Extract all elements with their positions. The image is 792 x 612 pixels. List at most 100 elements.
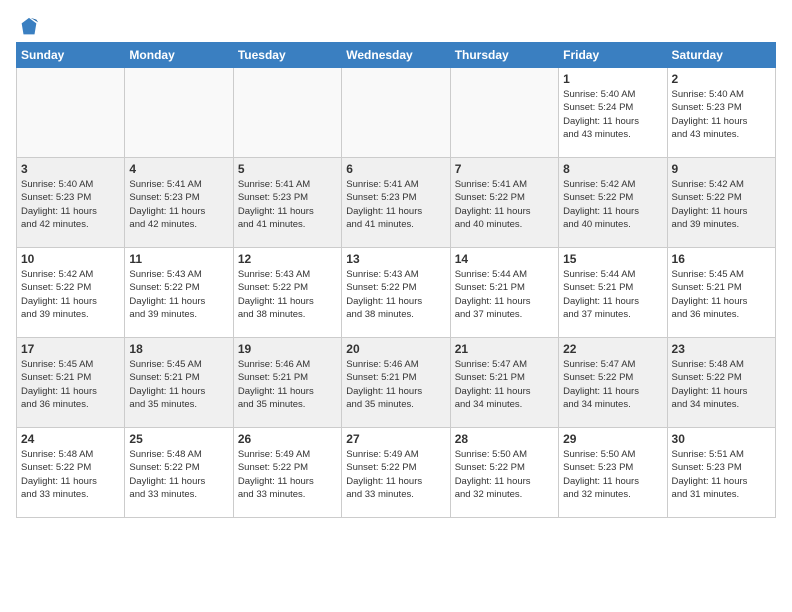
day-info: Sunrise: 5:50 AM Sunset: 5:22 PM Dayligh… — [455, 448, 554, 501]
calendar-day-cell: 4 Sunrise: 5:41 AM Sunset: 5:23 PM Daylig… — [125, 158, 233, 248]
header — [16, 16, 776, 34]
weekday-header: Tuesday — [233, 43, 341, 68]
calendar-week-row: 10 Sunrise: 5:42 AM Sunset: 5:22 PM Dayli… — [17, 248, 776, 338]
day-number: 20 — [346, 342, 445, 356]
day-number: 26 — [238, 432, 337, 446]
day-info: Sunrise: 5:44 AM Sunset: 5:21 PM Dayligh… — [563, 268, 662, 321]
calendar-day-cell: 22Sunrise: 5:47 AM Sunset: 5:22 PM Dayli… — [559, 338, 667, 428]
day-number: 22 — [563, 342, 662, 356]
day-number: 17 — [21, 342, 120, 356]
calendar-day-cell — [450, 68, 558, 158]
calendar-day-cell: 21 Sunrise: 5:47 AM Sunset: 5:21 PM Dayli… — [450, 338, 558, 428]
day-info: Sunrise: 5:45 AM Sunset: 5:21 PM Dayligh… — [672, 268, 771, 321]
day-number: 6 — [346, 162, 445, 176]
calendar-day-cell: 12 Sunrise: 5:43 AM Sunset: 5:22 PM Dayli… — [233, 248, 341, 338]
day-number: 3 — [21, 162, 120, 176]
day-number: 29 — [563, 432, 662, 446]
day-info: Sunrise: 5:40 AM Sunset: 5:24 PM Dayligh… — [563, 88, 662, 141]
weekday-header: Friday — [559, 43, 667, 68]
day-number: 7 — [455, 162, 554, 176]
day-info: Sunrise: 5:48 AM Sunset: 5:22 PM Dayligh… — [672, 358, 771, 411]
day-info: Sunrise: 5:42 AM Sunset: 5:22 PM Dayligh… — [21, 268, 120, 321]
day-number: 15 — [563, 252, 662, 266]
day-info: Sunrise: 5:49 AM Sunset: 5:22 PM Dayligh… — [238, 448, 337, 501]
day-info: Sunrise: 5:41 AM Sunset: 5:23 PM Dayligh… — [346, 178, 445, 231]
day-info: Sunrise: 5:50 AM Sunset: 5:23 PM Dayligh… — [563, 448, 662, 501]
weekday-header: Wednesday — [342, 43, 450, 68]
calendar-day-cell: 19 Sunrise: 5:46 AM Sunset: 5:21 PM Dayli… — [233, 338, 341, 428]
calendar-day-cell: 17Sunrise: 5:45 AM Sunset: 5:21 PM Dayli… — [17, 338, 125, 428]
calendar-day-cell: 6 Sunrise: 5:41 AM Sunset: 5:23 PM Daylig… — [342, 158, 450, 248]
calendar-day-cell: 1 Sunrise: 5:40 AM Sunset: 5:24 PM Daylig… — [559, 68, 667, 158]
day-info: Sunrise: 5:46 AM Sunset: 5:21 PM Dayligh… — [346, 358, 445, 411]
weekday-header: Monday — [125, 43, 233, 68]
day-info: Sunrise: 5:40 AM Sunset: 5:23 PM Dayligh… — [21, 178, 120, 231]
day-number: 10 — [21, 252, 120, 266]
calendar-header-row: SundayMondayTuesdayWednesdayThursdayFrid… — [17, 43, 776, 68]
day-number: 27 — [346, 432, 445, 446]
day-info: Sunrise: 5:49 AM Sunset: 5:22 PM Dayligh… — [346, 448, 445, 501]
day-info: Sunrise: 5:51 AM Sunset: 5:23 PM Dayligh… — [672, 448, 771, 501]
day-number: 13 — [346, 252, 445, 266]
day-number: 8 — [563, 162, 662, 176]
day-info: Sunrise: 5:40 AM Sunset: 5:23 PM Dayligh… — [672, 88, 771, 141]
calendar-week-row: 1 Sunrise: 5:40 AM Sunset: 5:24 PM Daylig… — [17, 68, 776, 158]
day-info: Sunrise: 5:41 AM Sunset: 5:23 PM Dayligh… — [129, 178, 228, 231]
calendar-week-row: 17 Sunrise: 5:45 AM Sunset: 5:21 PM Dayli… — [17, 338, 776, 428]
day-number: 23 — [672, 342, 771, 356]
day-number: 21 — [455, 342, 554, 356]
day-number: 9 — [672, 162, 771, 176]
calendar-day-cell: 10 Sunrise: 5:42 AM Sunset: 5:22 PM Dayli… — [17, 248, 125, 338]
day-number: 11 — [129, 252, 228, 266]
calendar-day-cell: 5Sunrise: 5:41 AM Sunset: 5:23 PM Daylig… — [233, 158, 341, 248]
day-info: Sunrise: 5:45 AM Sunset: 5:21 PM Dayligh… — [129, 358, 228, 411]
calendar-week-row: 24 Sunrise: 5:48 AM Sunset: 5:22 PM Dayli… — [17, 428, 776, 518]
calendar-day-cell: 25 Sunrise: 5:48 AM Sunset: 5:22 PM Dayli… — [125, 428, 233, 518]
day-info: Sunrise: 5:43 AM Sunset: 5:22 PM Dayligh… — [238, 268, 337, 321]
calendar-day-cell: 8 Sunrise: 5:42 AM Sunset: 5:22 PM Daylig… — [559, 158, 667, 248]
calendar-day-cell: 9 Sunrise: 5:42 AM Sunset: 5:22 PM Daylig… — [667, 158, 775, 248]
calendar-day-cell: 23 Sunrise: 5:48 AM Sunset: 5:22 PM Dayli… — [667, 338, 775, 428]
day-info: Sunrise: 5:42 AM Sunset: 5:22 PM Dayligh… — [563, 178, 662, 231]
day-number: 25 — [129, 432, 228, 446]
calendar-day-cell: 3 Sunrise: 5:40 AM Sunset: 5:23 PM Daylig… — [17, 158, 125, 248]
weekday-header: Thursday — [450, 43, 558, 68]
day-info: Sunrise: 5:48 AM Sunset: 5:22 PM Dayligh… — [21, 448, 120, 501]
calendar-day-cell: 30 Sunrise: 5:51 AM Sunset: 5:23 PM Dayli… — [667, 428, 775, 518]
day-info: Sunrise: 5:47 AM Sunset: 5:21 PM Dayligh… — [455, 358, 554, 411]
weekday-header: Saturday — [667, 43, 775, 68]
day-number: 18 — [129, 342, 228, 356]
day-number: 4 — [129, 162, 228, 176]
day-number: 2 — [672, 72, 771, 86]
day-number: 28 — [455, 432, 554, 446]
calendar-day-cell — [125, 68, 233, 158]
calendar-day-cell: 28 Sunrise: 5:50 AM Sunset: 5:22 PM Dayli… — [450, 428, 558, 518]
calendar-day-cell — [342, 68, 450, 158]
day-number: 16 — [672, 252, 771, 266]
day-info: Sunrise: 5:41 AM Sunset: 5:23 PM Dayligh… — [238, 178, 337, 231]
calendar: SundayMondayTuesdayWednesdayThursdayFrid… — [16, 42, 776, 518]
weekday-header: Sunday — [17, 43, 125, 68]
calendar-week-row: 3 Sunrise: 5:40 AM Sunset: 5:23 PM Daylig… — [17, 158, 776, 248]
calendar-day-cell: 26 Sunrise: 5:49 AM Sunset: 5:22 PM Dayli… — [233, 428, 341, 518]
logo-icon — [18, 16, 40, 38]
calendar-day-cell: 11 Sunrise: 5:43 AM Sunset: 5:22 PM Dayli… — [125, 248, 233, 338]
day-info: Sunrise: 5:42 AM Sunset: 5:22 PM Dayligh… — [672, 178, 771, 231]
calendar-day-cell — [17, 68, 125, 158]
day-info: Sunrise: 5:44 AM Sunset: 5:21 PM Dayligh… — [455, 268, 554, 321]
day-number: 30 — [672, 432, 771, 446]
calendar-day-cell: 13 Sunrise: 5:43 AM Sunset: 5:22 PM Dayli… — [342, 248, 450, 338]
day-info: Sunrise: 5:41 AM Sunset: 5:22 PM Dayligh… — [455, 178, 554, 231]
calendar-day-cell: 15 Sunrise: 5:44 AM Sunset: 5:21 PM Dayli… — [559, 248, 667, 338]
day-info: Sunrise: 5:48 AM Sunset: 5:22 PM Dayligh… — [129, 448, 228, 501]
day-number: 24 — [21, 432, 120, 446]
day-number: 12 — [238, 252, 337, 266]
day-info: Sunrise: 5:43 AM Sunset: 5:22 PM Dayligh… — [129, 268, 228, 321]
calendar-day-cell: 7 Sunrise: 5:41 AM Sunset: 5:22 PM Daylig… — [450, 158, 558, 248]
day-number: 19 — [238, 342, 337, 356]
calendar-day-cell: 18 Sunrise: 5:45 AM Sunset: 5:21 PM Dayli… — [125, 338, 233, 428]
day-number: 1 — [563, 72, 662, 86]
day-number: 14 — [455, 252, 554, 266]
day-info: Sunrise: 5:46 AM Sunset: 5:21 PM Dayligh… — [238, 358, 337, 411]
day-info: Sunrise: 5:43 AM Sunset: 5:22 PM Dayligh… — [346, 268, 445, 321]
